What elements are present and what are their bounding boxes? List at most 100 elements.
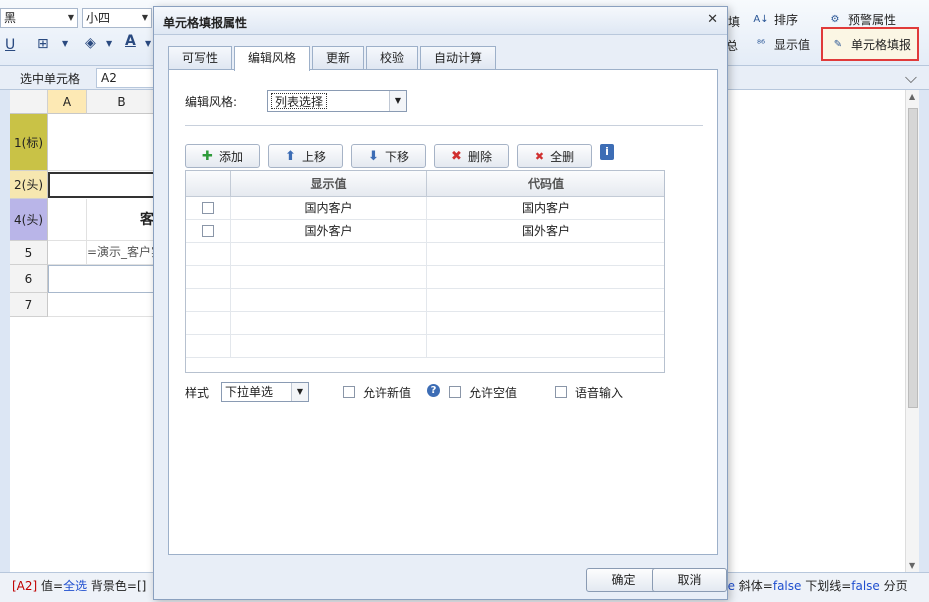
grid-checkbox-header [186, 171, 231, 197]
selected-cell-label: 选中单元格 [20, 72, 81, 86]
chevron-down-icon[interactable]: ▼ [291, 383, 308, 401]
dialog-title: 单元格填报属性 [163, 16, 248, 30]
scroll-thumb[interactable] [908, 108, 918, 408]
delete-x-icon: ✖ [451, 148, 462, 164]
font-color-icon[interactable]: A [125, 33, 136, 49]
font-size-select[interactable]: 小四 ▼ [82, 8, 152, 28]
delete-button[interactable]: ✖ 删除 [434, 144, 509, 168]
row-header-5[interactable]: 5 [10, 241, 48, 265]
voice-input-label: 语音输入 [575, 386, 624, 400]
table-row[interactable]: 国外客户 国外客户 [186, 220, 664, 243]
status-text: 分页 [879, 579, 908, 593]
status-text: 下划线= [801, 579, 852, 593]
column-header-a[interactable]: A [48, 90, 87, 114]
chevron-down-icon[interactable]: ▼ [106, 39, 112, 48]
dialog-titlebar[interactable]: 单元格填报属性 ✕ [154, 7, 727, 35]
code-value-cell[interactable]: 国内客户 [427, 197, 664, 220]
chevron-down-icon[interactable]: ▼ [62, 39, 68, 48]
allow-new-checkbox[interactable]: 允许新值 [343, 384, 411, 401]
chevron-down-icon[interactable]: ⌵ [905, 68, 917, 88]
allow-new-label: 允许新值 [363, 386, 412, 400]
table-row-empty [186, 335, 664, 358]
fill-button-partial[interactable]: 填 [728, 10, 740, 32]
column-header-b[interactable]: B [87, 90, 157, 114]
warning-prop-label: 预警属性 [848, 12, 897, 27]
row-checkbox[interactable] [186, 197, 231, 220]
move-down-label: 下移 [384, 149, 409, 164]
cell-a4[interactable] [48, 199, 87, 241]
status-value: false [851, 579, 880, 593]
row-checkbox[interactable] [186, 220, 231, 243]
cell-fill-properties-dialog: 单元格填报属性 ✕ 可写性 编辑风格 更新 校验 自动计算 编辑风格: 列表选择… [153, 6, 728, 600]
add-button[interactable]: ✚ 添加 [185, 144, 260, 168]
fill-color-icon[interactable]: ◈ [85, 35, 96, 51]
grid-header: 显示值 代码值 [186, 171, 664, 197]
row-header-4[interactable]: 4(头) [10, 199, 48, 241]
cell-a5[interactable] [48, 241, 87, 265]
cell-b4[interactable]: 客 [87, 199, 157, 241]
cell-fill-button[interactable]: ✎ 单元格填报 [821, 27, 920, 61]
tab-auto-calc[interactable]: 自动计算 [420, 46, 496, 70]
row-header-7[interactable]: 7 [10, 293, 48, 317]
help-icon[interactable]: ? [427, 384, 440, 397]
move-down-button[interactable]: ⬇ 下移 [351, 144, 426, 168]
move-up-button[interactable]: ⬆ 上移 [268, 144, 343, 168]
options-row: 样式 下拉单选 ▼ 允许新值 ? 允许空值 语音输入 [185, 382, 705, 402]
vertical-scrollbar[interactable]: ▲ ▼ [905, 90, 919, 572]
display-value-button[interactable]: ⁸⁶ 显示值 [752, 33, 810, 55]
cell-a7[interactable] [48, 293, 157, 317]
style-select[interactable]: 下拉单选 ▼ [221, 382, 309, 402]
row-header-2[interactable]: 2(头) [10, 171, 48, 199]
tab-validate[interactable]: 校验 [366, 46, 418, 70]
status-value: false [772, 579, 802, 593]
row-header-1[interactable]: 1(标) [10, 114, 48, 171]
underline-button[interactable]: U [5, 37, 15, 53]
display-value-cell[interactable]: 国内客户 [231, 197, 427, 220]
status-text: 斜体= [734, 579, 773, 593]
scroll-up-icon[interactable]: ▲ [909, 92, 915, 101]
code-value-cell[interactable]: 国外客户 [427, 220, 664, 243]
fill-partial-label: 填 [728, 14, 741, 29]
voice-input-checkbox[interactable]: 语音输入 [555, 384, 623, 401]
ok-button[interactable]: 确定 [586, 568, 661, 592]
checkbox-box[interactable] [449, 385, 461, 398]
cell-a1[interactable] [48, 114, 157, 171]
cell-a6[interactable] [48, 265, 157, 293]
chevron-down-icon[interactable]: ▼ [145, 39, 151, 48]
chevron-down-icon: ▼ [141, 13, 148, 22]
font-name-select[interactable]: 黑 ▼ [0, 8, 78, 28]
edit-style-select[interactable]: 列表选择 ▼ [267, 90, 407, 112]
info-icon[interactable]: i [600, 144, 614, 160]
checkbox-box[interactable] [555, 385, 567, 398]
delete-all-button[interactable]: ✖ 全删 [517, 144, 592, 168]
add-label: 添加 [218, 149, 243, 164]
border-icon[interactable]: ⊞ [37, 36, 49, 52]
display-value-label: 显示值 [774, 37, 811, 52]
sort-label: 排序 [774, 12, 799, 27]
table-row-empty [186, 312, 664, 335]
tab-update[interactable]: 更新 [312, 46, 364, 70]
delete-all-label: 全删 [550, 149, 575, 164]
delete-label: 删除 [467, 149, 492, 164]
font-name-value: 黑 [4, 11, 17, 25]
status-text: 值= [37, 579, 64, 593]
table-row-empty [186, 243, 664, 266]
display-value-cell[interactable]: 国外客户 [231, 220, 427, 243]
close-icon[interactable]: ✕ [707, 12, 718, 27]
edit-style-value: 列表选择 [271, 93, 328, 109]
tab-writable[interactable]: 可写性 [168, 46, 232, 70]
status-right: lse 斜体=false 下划线=false 分页 [718, 577, 908, 594]
checkbox-box[interactable] [343, 385, 355, 398]
scroll-down-icon[interactable]: ▼ [909, 561, 915, 570]
row-header-6[interactable]: 6 [10, 265, 48, 293]
allow-empty-checkbox[interactable]: 允许空值 [449, 384, 517, 401]
cancel-button[interactable]: 取消 [652, 568, 727, 592]
cell-a2-selected[interactable] [48, 172, 157, 198]
table-row[interactable]: 国内客户 国内客户 [186, 197, 664, 220]
sort-button[interactable]: A↓ 排序 [752, 8, 798, 30]
tab-edit-style[interactable]: 编辑风格 [234, 46, 310, 71]
cell-b5[interactable]: =演示_客户实 [87, 241, 157, 265]
divider [185, 125, 703, 126]
style-value: 下拉单选 [225, 385, 274, 399]
chevron-down-icon[interactable]: ▼ [389, 91, 406, 111]
